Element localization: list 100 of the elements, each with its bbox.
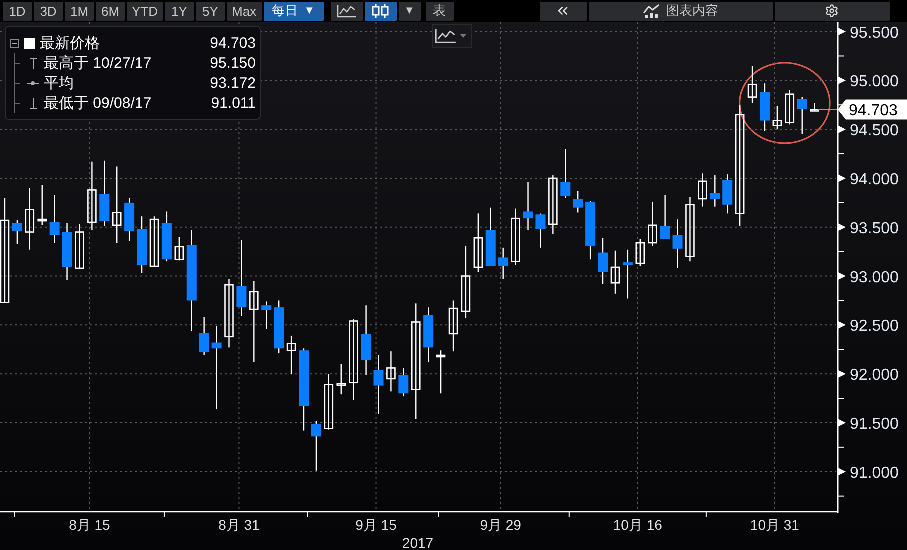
frequency-dropdown[interactable]: 每日 ▼: [264, 2, 324, 20]
candlestick: [50, 195, 60, 244]
axis-label: 91.000: [850, 464, 899, 482]
candlestick: [336, 364, 346, 395]
range-button[interactable]: 6M: [96, 2, 125, 20]
range-button[interactable]: 1Y: [165, 2, 194, 20]
candlestick: [311, 421, 322, 471]
legend-value: 93.172: [210, 74, 256, 92]
candlestick: [62, 223, 72, 280]
settings-button[interactable]: [774, 2, 890, 20]
range-button[interactable]: 3D: [34, 2, 63, 20]
legend-label: 平均: [44, 74, 75, 92]
price-line: [818, 109, 838, 110]
candlestick: [523, 182, 534, 230]
candlestick: [710, 176, 720, 207]
settings-icon: [825, 4, 840, 18]
chart-style-dropdown[interactable]: [432, 24, 472, 48]
axis-label: 94.500: [850, 122, 899, 140]
chart-type-button[interactable]: [330, 2, 363, 20]
table-button[interactable]: 表: [426, 2, 454, 20]
high-marker-icon: [30, 58, 36, 68]
candlestick: [448, 300, 458, 352]
candlestick: [785, 90, 795, 125]
axis-label: 95.500: [850, 24, 899, 42]
candlestick: [88, 162, 97, 230]
candlestick: [698, 174, 708, 207]
candlestick: [274, 300, 284, 354]
candlestick: [648, 202, 658, 246]
candlestick: [436, 350, 446, 394]
candlestick: [622, 250, 633, 299]
axis-label: 93.500: [850, 220, 899, 238]
axis-label: 92.500: [850, 318, 899, 336]
legend-label: 最高于 10/27/17: [44, 54, 153, 72]
price-tag: 94.703: [838, 100, 907, 120]
range-button[interactable]: 1D: [3, 2, 32, 20]
legend-value: 94.703: [210, 34, 256, 52]
candlestick: [748, 66, 758, 104]
axis-label: 10月 16: [613, 517, 662, 533]
candlestick: [548, 176, 558, 234]
chart-type-dropdown[interactable]: ▼: [398, 2, 421, 20]
axis-label: 93.000: [850, 269, 899, 286]
legend-label: 最新价格: [40, 34, 101, 52]
line-chart-icon: [435, 28, 457, 44]
candlestick: [25, 188, 35, 250]
axis-label: 8月 31: [218, 517, 260, 533]
candlestick: [536, 214, 546, 248]
axis-label: 9月 15: [356, 517, 397, 533]
candlestick: [610, 250, 620, 294]
candlestick: [660, 195, 670, 240]
axis-label: 8月 15: [69, 517, 110, 533]
candlestick: [797, 97, 808, 134]
candlestick: [686, 197, 695, 262]
candlestick: [560, 149, 571, 198]
candlestick: [150, 216, 160, 268]
candlestick: [361, 306, 372, 376]
candlestick: [760, 84, 770, 132]
candlestick: [262, 302, 272, 330]
axis-title: 2017: [402, 535, 434, 550]
candlestick: [324, 374, 334, 430]
candlestick: [586, 200, 596, 260]
candlestick: [398, 368, 409, 397]
candlestick: [374, 356, 384, 414]
candlestick: [162, 212, 172, 262]
candlestick-icon: [370, 4, 391, 18]
candlestick: [498, 248, 508, 280]
axis-label: 94.000: [850, 171, 899, 188]
caret-icon: [460, 34, 467, 38]
legend-value: 95.150: [210, 54, 256, 72]
candlestick: [174, 237, 184, 261]
candlestick: [636, 239, 646, 266]
low-marker-icon: [30, 98, 36, 108]
chart-type-button[interactable]: [364, 2, 397, 20]
candlestick: [12, 220, 22, 244]
range-button[interactable]: Max: [227, 2, 262, 20]
candlestick: [124, 198, 135, 242]
candlestick: [511, 208, 520, 266]
range-button[interactable]: YTD: [127, 2, 163, 20]
candlestick: [199, 317, 210, 356]
collapse-button[interactable]: [540, 2, 587, 20]
axis-label: 91.500: [850, 416, 899, 433]
candlestick: [722, 174, 733, 214]
axis-label: 95.000: [850, 74, 899, 91]
chart-contents-button[interactable]: 图表内容: [588, 2, 773, 20]
candlestick: [286, 336, 296, 374]
candlestick: [772, 106, 782, 130]
range-button[interactable]: 5Y: [196, 2, 225, 20]
line-chart-icon: [336, 4, 357, 18]
square-icon: [24, 38, 34, 48]
chart-icon: [642, 4, 661, 18]
candlestick: [100, 160, 110, 226]
candlestick: [598, 238, 608, 284]
candlestick: [75, 224, 84, 270]
candlestick: [424, 308, 434, 362]
candlestick: [810, 103, 820, 112]
candlestick: [486, 208, 496, 266]
candlestick: [38, 185, 47, 226]
collapse-icon: [10, 38, 19, 48]
range-button[interactable]: 1M: [65, 2, 94, 20]
candlestick: [672, 220, 683, 268]
axis-label: 92.000: [850, 367, 899, 384]
